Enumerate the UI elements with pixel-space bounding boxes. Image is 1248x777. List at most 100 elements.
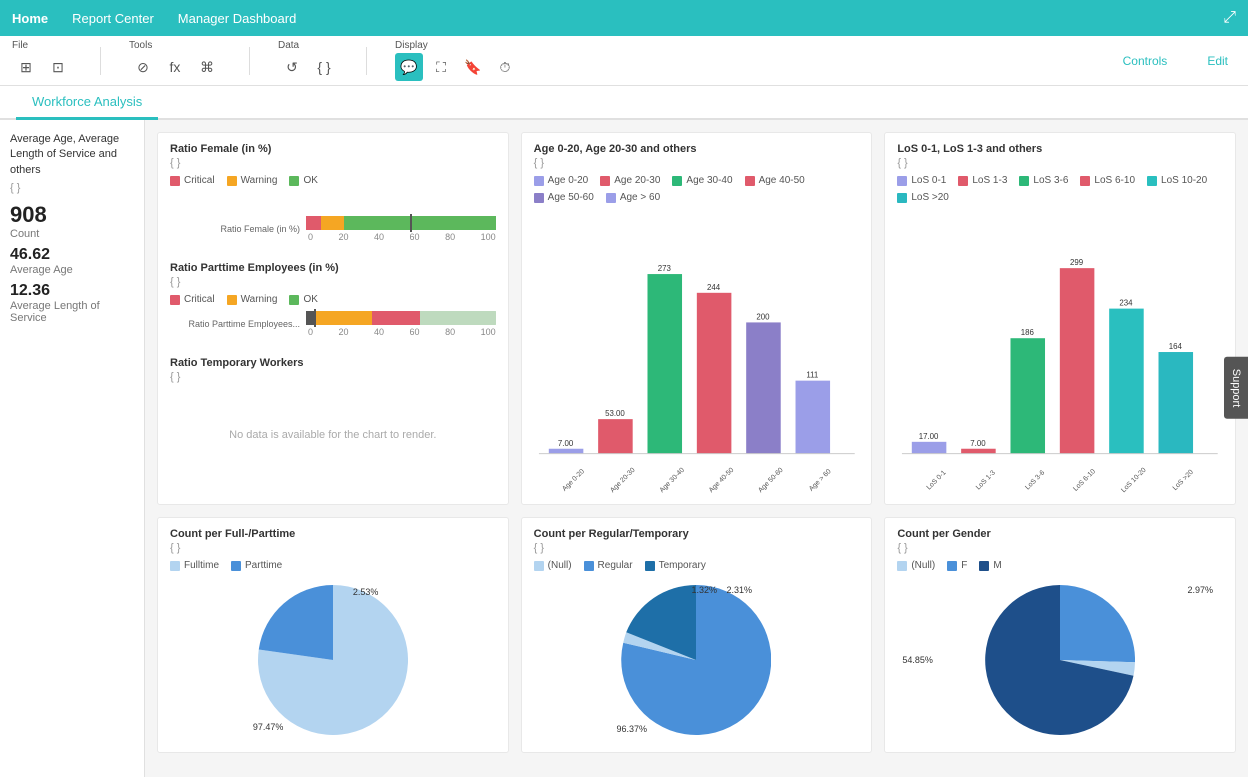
sidebar-avg-los-label: Average Length of Service (10, 300, 134, 324)
ribbon-file-btn2[interactable]: ⊡ (44, 53, 72, 81)
bar-age-40-50: 244 Age 40-50 (696, 283, 735, 494)
ribbon-expand-btn[interactable]: ⛶ (427, 53, 455, 81)
ribbon-refresh-btn[interactable]: ↺ (278, 53, 306, 81)
ribbon-time-btn[interactable]: ⏱ (491, 53, 519, 81)
ribbon-file-btn1[interactable]: ⊞ (12, 53, 40, 81)
gauge-segment-parttime-ok (420, 311, 496, 325)
gauge-tick-female (410, 214, 412, 232)
sidebar-count-value: 908 (10, 202, 134, 228)
count-regular-title: Count per Regular/Temporary (534, 528, 860, 540)
ratio-female-curly: { } (170, 157, 496, 169)
count-gender-curly: { } (897, 542, 1223, 554)
bar-los-10-20: 234 LoS 10-20 (1109, 299, 1148, 495)
tab-workforce-analysis[interactable]: Workforce Analysis (16, 86, 158, 120)
ribbon-filter-btn[interactable]: ⊘ (129, 53, 157, 81)
tab-bar: Workforce Analysis (0, 86, 1248, 120)
sidebar-curly: { } (10, 182, 134, 194)
count-fullpart-pie (258, 585, 408, 735)
los-groups-legend: LoS 0-1 LoS 1-3 LoS 3-6 LoS 6-10 LoS 10-… (897, 175, 1223, 203)
age-groups-title: Age 0-20, Age 20-30 and others (534, 143, 860, 155)
ribbon-bookmark-btn[interactable]: 🔖 (459, 53, 487, 81)
svg-text:Age 40-50: Age 40-50 (708, 467, 736, 495)
svg-text:LoS 6-10: LoS 6-10 (1073, 468, 1098, 493)
gender-label-null: 2.97% (1187, 585, 1213, 595)
los-groups-chart-svg: 17.00 LoS 0-1 7.00 LoS 1-3 186 LoS 3-6 (897, 209, 1223, 499)
ribbon-comment-btn[interactable]: 💬 (395, 53, 423, 81)
svg-text:164: 164 (1169, 342, 1183, 351)
ribbon: File ⊞ ⊡ Tools ⊘ fx ⌘ Data ↺ { } Display… (0, 36, 1248, 86)
regular-label-temp: 2.31% (726, 585, 752, 595)
bar-age-20-30: 53.00 Age 20-30 (598, 409, 637, 494)
gauge-bar-parttime (306, 311, 496, 325)
svg-text:17.00: 17.00 (919, 432, 939, 441)
bar-age-50-60: 200 Age 50-60 (746, 312, 785, 494)
age-groups-legend: Age 0-20 Age 20-30 Age 30-40 Age 40-50 A… (534, 175, 860, 203)
bar-age-over-60: 111 Age > 60 (795, 371, 832, 493)
gauge-segment-ok (344, 216, 496, 230)
nav-manager-dashboard[interactable]: Manager Dashboard (178, 11, 297, 26)
los-groups-card: LoS 0-1, LoS 1-3 and others { } LoS 0-1 … (884, 132, 1236, 505)
gauge-label-female: Ratio Female (in %) (170, 224, 300, 234)
ribbon-fx-btn[interactable]: fx (161, 53, 189, 81)
top-nav: Home Report Center Manager Dashboard ⤢ (0, 0, 1248, 36)
bar-los-0-1: 17.00 LoS 0-1 (912, 432, 948, 492)
gauge-axis-female: 0 20 40 60 80 100 (306, 232, 496, 242)
svg-text:244: 244 (707, 283, 721, 292)
svg-text:Age 30-40: Age 30-40 (658, 467, 686, 495)
count-regular-pie (621, 585, 771, 735)
svg-text:186: 186 (1021, 328, 1035, 337)
legend-dot-ok-1 (289, 176, 299, 186)
bar-age-0-20: 7.00 Age 0-20 (548, 439, 585, 493)
los-groups-title: LoS 0-1, LoS 1-3 and others (897, 143, 1223, 155)
svg-text:LoS 1-3: LoS 1-3 (975, 469, 997, 491)
los-groups-curly: { } (897, 157, 1223, 169)
support-tab[interactable]: Support (1224, 356, 1248, 419)
nav-report-center[interactable]: Report Center (72, 11, 154, 26)
sidebar-title: Average Age, Average Length of Service a… (10, 132, 134, 178)
controls-btn[interactable]: Controls (1115, 50, 1176, 72)
svg-text:LoS >20: LoS >20 (1172, 469, 1195, 492)
resize-icon[interactable]: ⤢ (1223, 9, 1236, 27)
legend-critical-2: Critical (170, 294, 215, 305)
ribbon-file-label: File (12, 40, 28, 51)
sidebar-avg-age-label: Average Age (10, 264, 134, 276)
svg-text:LoS 3-6: LoS 3-6 (1025, 469, 1047, 491)
svg-text:LoS 0-1: LoS 0-1 (926, 469, 948, 491)
legend-ok-1: OK (289, 175, 317, 186)
ribbon-group-display: Display 💬 ⛶ 🔖 ⏱ (395, 40, 519, 81)
count-fullpart-legend: Fulltime Parttime (170, 560, 496, 571)
edit-btn[interactable]: Edit (1199, 50, 1236, 72)
count-fullpart-curly: { } (170, 542, 496, 554)
count-fullpart-card: Count per Full-/Parttime { } Fulltime Pa… (157, 517, 509, 753)
nav-home[interactable]: Home (12, 11, 48, 26)
ribbon-tools-label: Tools (129, 40, 152, 51)
ribbon-data-label: Data (278, 40, 299, 51)
ribbon-code-btn[interactable]: { } (310, 53, 338, 81)
legend-label-critical-1: Critical (184, 175, 215, 186)
bar-los-3-6: 186 LoS 3-6 (1011, 328, 1047, 491)
left-sidebar: Average Age, Average Length of Service a… (0, 120, 145, 777)
fullpart-label-fulltime: 97.47% (253, 722, 284, 732)
count-gender-title: Count per Gender (897, 528, 1223, 540)
ratio-temp-no-data: No data is available for the chart to re… (170, 389, 496, 481)
ratio-temp-title: Ratio Temporary Workers (170, 357, 496, 369)
main-layout: Average Age, Average Length of Service a… (0, 120, 1248, 777)
svg-text:Age 50-60: Age 50-60 (757, 467, 785, 495)
gauge-tick-parttime (314, 309, 316, 327)
svg-text:7.00: 7.00 (971, 439, 987, 448)
svg-text:LoS 10-20: LoS 10-20 (1121, 467, 1149, 495)
ratio-parttime-title: Ratio Parttime Employees (in %) (170, 262, 496, 274)
legend-label-warning-1: Warning (241, 175, 278, 186)
sidebar-count-label: Count (10, 228, 134, 240)
ribbon-display-label: Display (395, 40, 428, 51)
count-gender-card: Count per Gender { } (Null) F M (884, 517, 1236, 753)
legend-dot-critical-1 (170, 176, 180, 186)
gauge-segment-parttime-warn (315, 311, 372, 325)
fullpart-label-parttime: 2.53% (353, 587, 379, 597)
ratio-female-title: Ratio Female (in %) (170, 143, 496, 155)
sidebar-avg-los-value: 12.36 (10, 282, 134, 300)
ribbon-div2 (249, 47, 250, 75)
ribbon-link-btn[interactable]: ⌘ (193, 53, 221, 81)
bar-los-over-20: 164 LoS >20 (1159, 342, 1196, 492)
gauge-segment-parttime-crit (372, 311, 419, 325)
